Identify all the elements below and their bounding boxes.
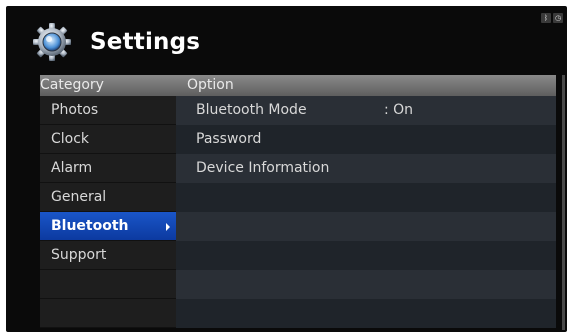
category-header: Category (40, 75, 176, 96)
option-column: Option Bluetooth Mode : On Password Devi… (176, 75, 565, 330)
header: Settings (32, 20, 200, 64)
option-header: Option (176, 75, 556, 96)
category-item-bluetooth[interactable]: Bluetooth (40, 212, 176, 241)
option-empty-row (176, 183, 556, 212)
settings-panel: Category Photos Clock Alarm General Blue… (40, 75, 565, 330)
category-item-clock[interactable]: Clock (40, 125, 176, 154)
category-item-general[interactable]: General (40, 183, 176, 212)
status-icons: ᛒ ◷ (541, 13, 563, 23)
option-empty-row (176, 212, 556, 241)
option-empty-row (176, 241, 556, 270)
option-empty-row (176, 270, 556, 299)
bluetooth-icon: ᛒ (541, 13, 551, 23)
option-row-password[interactable]: Password (176, 125, 556, 154)
page-title: Settings (90, 29, 201, 55)
option-empty-row (176, 299, 556, 328)
gear-icon (32, 22, 72, 62)
category-item-support[interactable]: Support (40, 241, 176, 270)
option-row-device-information[interactable]: Device Information (176, 154, 556, 183)
category-column: Category Photos Clock Alarm General Blue… (40, 75, 176, 330)
category-item-alarm[interactable]: Alarm (40, 154, 176, 183)
settings-screen: ᛒ ◷ Settings Category Photos Clock Alarm… (6, 6, 567, 332)
category-empty-row (40, 299, 176, 328)
chevron-right-icon (166, 223, 170, 231)
category-empty-row (40, 270, 176, 299)
scrollbar[interactable] (562, 75, 565, 330)
clock-icon: ◷ (553, 13, 563, 23)
option-row-bluetooth-mode[interactable]: Bluetooth Mode : On (176, 96, 556, 125)
option-value: : On (384, 102, 414, 118)
category-item-photos[interactable]: Photos (40, 96, 176, 125)
